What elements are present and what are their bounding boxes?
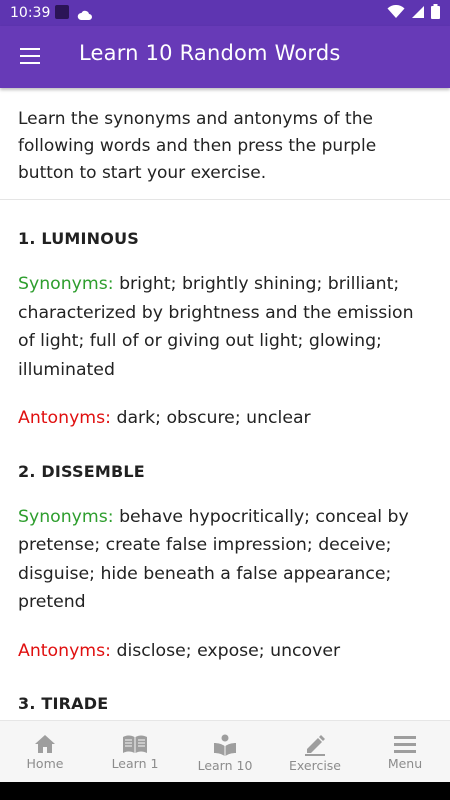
system-navigation-bar — [0, 782, 450, 800]
antonyms-label: Antonyms: — [18, 640, 111, 661]
nav-learn-10-label: Learn 10 — [197, 758, 253, 773]
app-bar: Learn 10 Random Words — [0, 26, 450, 88]
word-content[interactable]: Learn the synonyms and antonyms of the f… — [0, 88, 450, 720]
nav-menu[interactable]: Menu — [360, 721, 450, 783]
nav-menu-label: Menu — [387, 756, 423, 771]
word-heading: 3. TIRADE — [18, 694, 109, 713]
synonyms-label: Synonyms: — [18, 274, 114, 294]
antonyms-row: Antonyms: dark; obscure; unclear — [18, 404, 432, 433]
word-heading: 2. DISSEMBLE — [18, 461, 145, 481]
nav-learn-1-label: Learn 1 — [111, 756, 159, 771]
bottom-navigation: Home Learn 1 Learn 10 Exercise Menu — [0, 720, 450, 783]
wifi-icon — [387, 4, 405, 23]
menu-icon — [394, 734, 416, 754]
word-list: 1. LUMINOUS Synonyms: bright; brightly s… — [0, 200, 450, 713]
word-item: 3. TIRADE — [18, 665, 432, 713]
hamburger-menu-icon[interactable] — [20, 48, 40, 64]
synonyms-label: Synonyms: — [18, 506, 114, 527]
synonyms-row: Synonyms: bright; brightly shining; bril… — [18, 270, 432, 384]
battery-icon — [431, 4, 440, 23]
reader-icon — [213, 734, 237, 756]
word-item: 2. DISSEMBLE Synonyms: behave hypocritic… — [18, 433, 432, 666]
word-item: 1. LUMINOUS Synonyms: bright; brightly s… — [18, 200, 432, 433]
nav-exercise[interactable]: Exercise — [270, 721, 360, 783]
nav-learn-10[interactable]: Learn 10 — [180, 721, 270, 783]
intro-text: Learn the synonyms and antonyms of the f… — [0, 88, 450, 200]
signal-icon — [411, 4, 425, 23]
nav-home-label: Home — [26, 756, 64, 771]
pencil-icon — [304, 734, 326, 756]
antonyms-label: Antonyms: — [18, 408, 111, 428]
antonyms-text: disclose; expose; uncover — [116, 640, 341, 661]
status-bar: 10:39 — [0, 0, 450, 26]
antonyms-row: Antonyms: disclose; expose; uncover — [18, 637, 432, 666]
cloud-icon — [77, 6, 93, 25]
book-icon — [122, 734, 148, 754]
word-heading: 1. LUMINOUS — [18, 229, 139, 248]
home-icon — [34, 734, 56, 754]
nav-home[interactable]: Home — [0, 721, 90, 783]
page-title: Learn 10 Random Words — [79, 41, 341, 65]
status-time: 10:39 — [10, 5, 51, 21]
nav-learn-1[interactable]: Learn 1 — [90, 721, 180, 783]
nav-exercise-label: Exercise — [288, 758, 341, 773]
app-notification-icon — [55, 5, 69, 19]
antonyms-text: dark; obscure; unclear — [116, 408, 311, 428]
synonyms-row: Synonyms: behave hypocritically; conceal… — [18, 503, 432, 617]
